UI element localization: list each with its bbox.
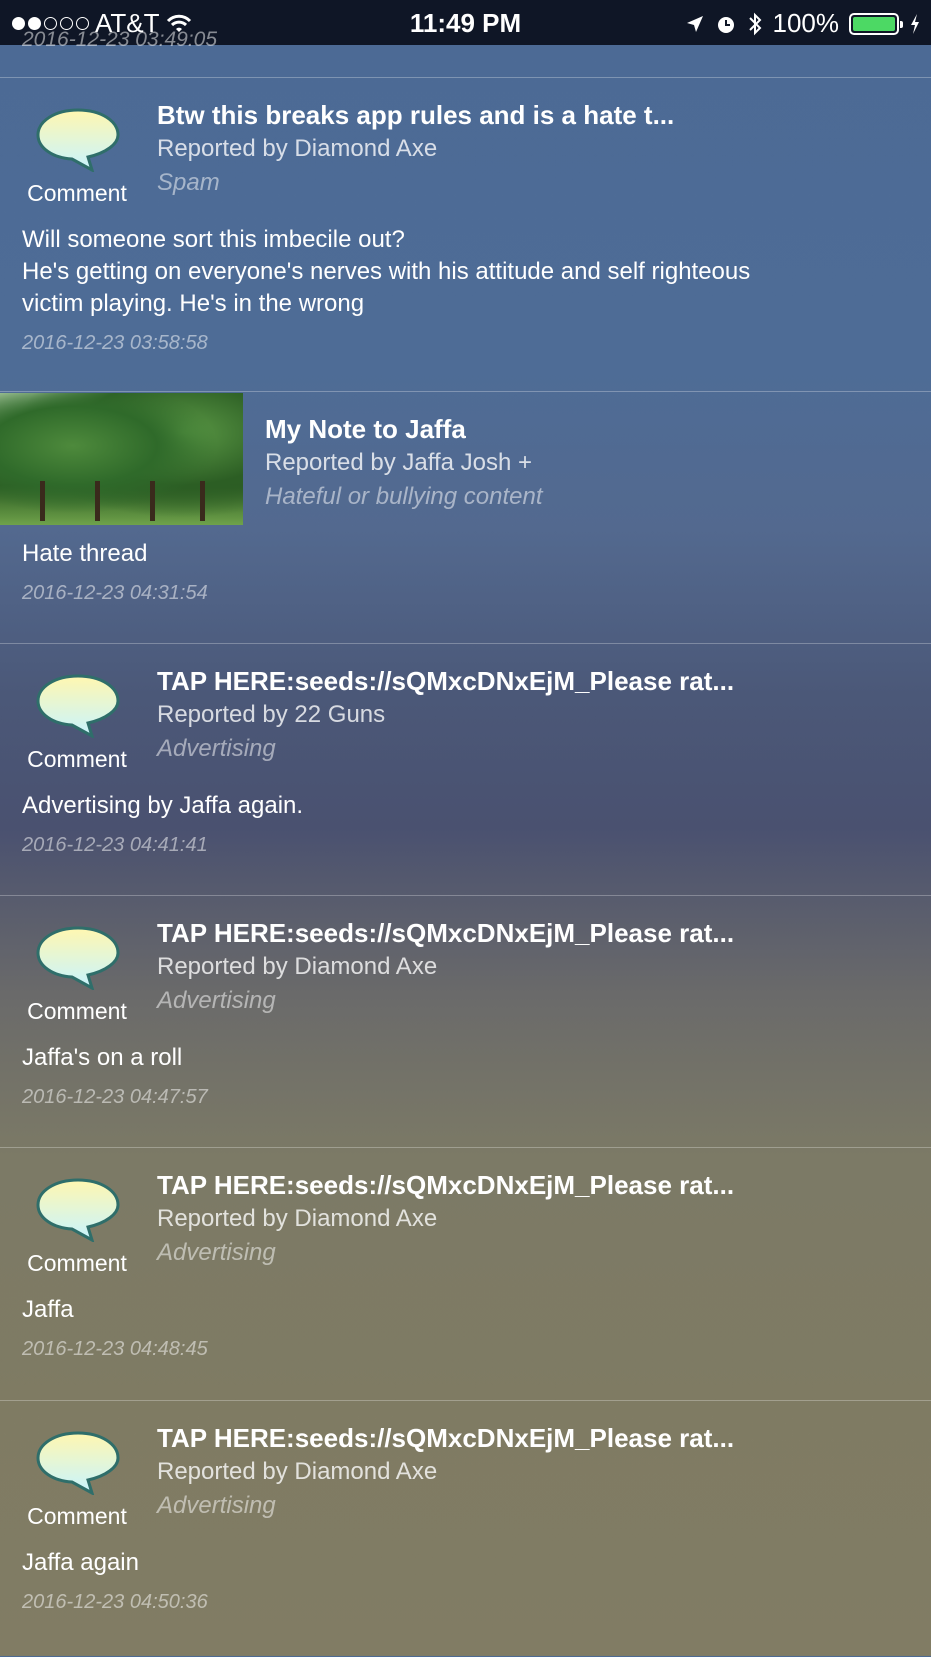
report-title: TAP HERE:seeds://sQMxcDNxEjM_Please rat.… [157, 1423, 735, 1453]
report-category: Spam [157, 169, 220, 196]
report-title: My Note to Jaffa [265, 414, 466, 444]
bluetooth-icon [748, 12, 761, 35]
report-timestamp: 2016-12-23 03:58:58 [22, 332, 208, 354]
battery-percent: 100% [772, 8, 840, 38]
comment-label: Comment [27, 1503, 127, 1529]
speech-bubble-icon [36, 926, 120, 990]
comment-label: Comment [27, 180, 127, 206]
speech-bubble-icon [36, 1431, 120, 1495]
report-message: Advertising by Jaffa again. [22, 792, 304, 819]
report-reporter: Reported by Jaffa Josh + [265, 449, 533, 476]
report-message: Jaffa [22, 1296, 74, 1323]
report-category: Advertising [157, 1492, 276, 1519]
report-message: victim playing. He's in the wrong [22, 290, 365, 317]
report-row[interactable]: Comment TAP HERE:seeds://sQMxcDNxEjM_Plea… [0, 1147, 931, 1401]
report-reporter: Reported by Diamond Axe [157, 1205, 438, 1232]
report-category: Advertising [157, 987, 276, 1014]
report-message: Jaffa's on a roll [22, 1044, 183, 1071]
comment-thumbnail[interactable]: Comment [22, 924, 132, 1024]
report-timestamp: 2016-12-23 04:31:54 [22, 582, 208, 604]
report-message: Hate thread [22, 540, 148, 567]
report-message: Will someone sort this imbecile out? [22, 226, 405, 253]
report-reporter: Reported by 22 Guns [157, 701, 386, 728]
report-category: Hateful or bullying content [265, 483, 543, 510]
previous-item-timestamp: 2016-12-23 03:49:05 [22, 28, 217, 50]
report-reporter: Reported by Diamond Axe [157, 1458, 438, 1485]
report-title: TAP HERE:seeds://sQMxcDNxEjM_Please rat.… [157, 918, 735, 948]
comment-thumbnail[interactable]: Comment [22, 672, 132, 772]
speech-bubble-icon [36, 674, 120, 738]
report-title: TAP HERE:seeds://sQMxcDNxEjM_Please rat.… [157, 666, 735, 696]
report-row[interactable]: Comment Btw this breaks app rules and is … [0, 77, 931, 392]
comment-label: Comment [27, 746, 127, 772]
report-timestamp: 2016-12-23 04:48:45 [22, 1338, 208, 1360]
report-row[interactable]: Comment TAP HERE:seeds://sQMxcDNxEjM_Plea… [0, 643, 931, 896]
report-row[interactable]: My Note to Jaffa Reported by Jaffa Josh +… [0, 391, 931, 644]
location-arrow-icon [686, 15, 703, 32]
report-reporter: Reported by Diamond Axe [157, 135, 438, 162]
report-timestamp: 2016-12-23 04:50:36 [22, 1591, 208, 1613]
report-reporter: Reported by Diamond Axe [157, 953, 438, 980]
speech-bubble-icon [36, 1178, 120, 1242]
report-message: He's getting on everyone's nerves with h… [22, 258, 751, 285]
report-row[interactable]: Comment TAP HERE:seeds://sQMxcDNxEjM_Plea… [0, 895, 931, 1148]
post-photo-thumbnail[interactable] [0, 393, 243, 525]
alarm-clock-icon [717, 16, 734, 33]
comment-label: Comment [27, 998, 127, 1024]
report-timestamp: 2016-12-23 04:41:41 [22, 834, 208, 856]
report-title: TAP HERE:seeds://sQMxcDNxEjM_Please rat.… [157, 1170, 735, 1200]
report-category: Advertising [157, 1239, 276, 1266]
report-category: Advertising [157, 735, 276, 762]
status-right-group: 100% [685, 8, 922, 39]
report-timestamp: 2016-12-23 04:47:57 [22, 1086, 208, 1108]
comment-thumbnail[interactable]: Comment [22, 1429, 132, 1529]
speech-bubble-icon [36, 108, 120, 172]
charging-bolt-icon [911, 13, 919, 34]
battery-icon [849, 12, 903, 35]
report-title: Btw this breaks app rules and is a hate … [157, 100, 675, 130]
comment-thumbnail[interactable]: Comment [22, 106, 132, 206]
report-row[interactable]: Comment TAP HERE:seeds://sQMxcDNxEjM_Plea… [0, 1400, 931, 1657]
report-message: Jaffa again [22, 1549, 139, 1576]
comment-thumbnail[interactable]: Comment [22, 1176, 132, 1276]
comment-label: Comment [27, 1250, 127, 1276]
